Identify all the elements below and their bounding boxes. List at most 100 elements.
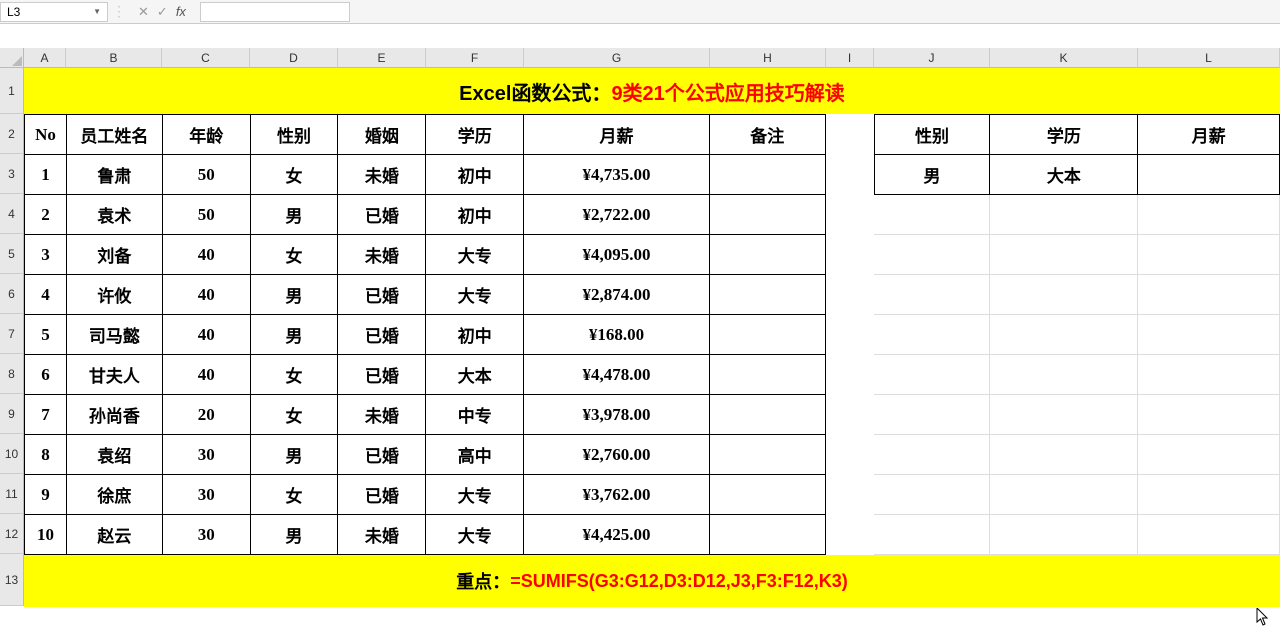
cell[interactable]: 刘备: [66, 235, 162, 275]
empty-cell[interactable]: [1138, 315, 1280, 355]
cell[interactable]: 已婚: [338, 195, 426, 235]
column-header[interactable]: L: [1138, 48, 1280, 68]
cell[interactable]: 9: [25, 475, 67, 515]
cell[interactable]: 赵云: [66, 515, 162, 555]
cell[interactable]: 袁术: [66, 195, 162, 235]
column-header[interactable]: I: [826, 48, 874, 68]
cell[interactable]: [709, 515, 825, 555]
cell[interactable]: 未婚: [338, 395, 426, 435]
cell[interactable]: 未婚: [338, 155, 426, 195]
cell[interactable]: 40: [162, 315, 250, 355]
criteria-gender[interactable]: 男: [874, 155, 990, 195]
empty-cell[interactable]: [990, 515, 1138, 555]
empty-cell[interactable]: [874, 195, 990, 235]
cell[interactable]: 6: [25, 355, 67, 395]
cell[interactable]: 2: [25, 195, 67, 235]
cell[interactable]: 30: [162, 515, 250, 555]
row-header[interactable]: 2: [0, 114, 24, 154]
cell[interactable]: 30: [162, 435, 250, 475]
title-row[interactable]: Excel函数公式： 9类21个公式应用技巧解读: [24, 68, 1280, 114]
cell[interactable]: 未婚: [338, 515, 426, 555]
empty-cell[interactable]: [990, 435, 1138, 475]
empty-cell[interactable]: [990, 355, 1138, 395]
cell[interactable]: 10: [25, 515, 67, 555]
cell[interactable]: [709, 395, 825, 435]
column-header[interactable]: F: [426, 48, 524, 68]
cell[interactable]: ¥4,478.00: [524, 355, 710, 395]
cell[interactable]: 40: [162, 275, 250, 315]
cell[interactable]: 7: [25, 395, 67, 435]
cell[interactable]: 孙尚香: [66, 395, 162, 435]
criteria-header-gender[interactable]: 性别: [874, 115, 990, 155]
cell[interactable]: 未婚: [338, 235, 426, 275]
cell[interactable]: 男: [250, 315, 338, 355]
column-header[interactable]: H: [710, 48, 826, 68]
cell[interactable]: 50: [162, 155, 250, 195]
row-header[interactable]: 3: [0, 154, 24, 194]
cell[interactable]: 已婚: [338, 435, 426, 475]
cell[interactable]: 男: [250, 275, 338, 315]
cell[interactable]: ¥4,095.00: [524, 235, 710, 275]
cell[interactable]: 甘夫人: [66, 355, 162, 395]
column-header[interactable]: A: [24, 48, 66, 68]
cell[interactable]: 已婚: [338, 315, 426, 355]
column-header[interactable]: C: [162, 48, 250, 68]
select-all-corner[interactable]: [0, 48, 24, 68]
header-marriage[interactable]: 婚姻: [338, 115, 426, 155]
cell[interactable]: 鲁肃: [66, 155, 162, 195]
row-header[interactable]: 11: [0, 474, 24, 514]
cell[interactable]: 40: [162, 235, 250, 275]
cell[interactable]: 女: [250, 155, 338, 195]
formula-input[interactable]: [200, 2, 350, 22]
cell[interactable]: [709, 475, 825, 515]
header-no[interactable]: No: [25, 115, 67, 155]
cell[interactable]: [709, 355, 825, 395]
empty-cell[interactable]: [990, 235, 1138, 275]
row-header[interactable]: 10: [0, 434, 24, 474]
cancel-icon[interactable]: ✕: [138, 4, 149, 20]
cell[interactable]: 已婚: [338, 475, 426, 515]
column-header[interactable]: B: [66, 48, 162, 68]
cell[interactable]: 女: [250, 395, 338, 435]
cell[interactable]: 初中: [426, 315, 524, 355]
cell[interactable]: [709, 435, 825, 475]
cell[interactable]: 30: [162, 475, 250, 515]
cell[interactable]: ¥168.00: [524, 315, 710, 355]
cell[interactable]: 高中: [426, 435, 524, 475]
cell[interactable]: 大专: [426, 475, 524, 515]
cell[interactable]: [709, 275, 825, 315]
name-box[interactable]: L3 ▼: [0, 2, 108, 22]
cell[interactable]: 中专: [426, 395, 524, 435]
cell[interactable]: ¥2,722.00: [524, 195, 710, 235]
criteria-header-salary[interactable]: 月薪: [1138, 115, 1280, 155]
header-age[interactable]: 年龄: [162, 115, 250, 155]
empty-cell[interactable]: [1138, 435, 1280, 475]
empty-cell[interactable]: [990, 195, 1138, 235]
row-header[interactable]: 8: [0, 354, 24, 394]
row-header[interactable]: 9: [0, 394, 24, 434]
cell[interactable]: ¥2,874.00: [524, 275, 710, 315]
fx-icon[interactable]: fx: [176, 4, 192, 19]
cell[interactable]: 4: [25, 275, 67, 315]
header-name[interactable]: 员工姓名: [66, 115, 162, 155]
header-gender[interactable]: 性别: [250, 115, 338, 155]
cell[interactable]: 袁绍: [66, 435, 162, 475]
cell[interactable]: ¥4,735.00: [524, 155, 710, 195]
header-edu[interactable]: 学历: [426, 115, 524, 155]
cell[interactable]: ¥2,760.00: [524, 435, 710, 475]
cell[interactable]: 男: [250, 195, 338, 235]
cell[interactable]: 1: [25, 155, 67, 195]
header-salary[interactable]: 月薪: [524, 115, 710, 155]
cell[interactable]: 3: [25, 235, 67, 275]
empty-cell[interactable]: [1138, 395, 1280, 435]
cell[interactable]: 20: [162, 395, 250, 435]
footer-row[interactable]: 重点： =SUMIFS(G3:G12,D3:D12,J3,F3:F12,K3): [24, 555, 1280, 607]
cell[interactable]: 女: [250, 475, 338, 515]
criteria-edu[interactable]: 大本: [990, 155, 1138, 195]
cell[interactable]: 已婚: [338, 355, 426, 395]
cell[interactable]: ¥3,978.00: [524, 395, 710, 435]
cell[interactable]: [709, 155, 825, 195]
cell[interactable]: 50: [162, 195, 250, 235]
row-header[interactable]: 1: [0, 68, 24, 114]
column-header[interactable]: K: [990, 48, 1138, 68]
